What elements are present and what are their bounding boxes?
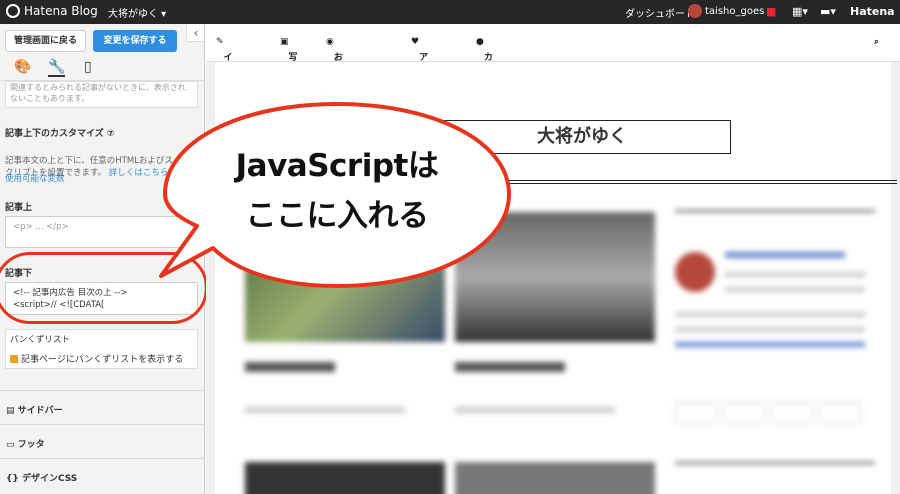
share-button bbox=[819, 402, 861, 424]
menu-footer[interactable]: ▭ フッタ bbox=[0, 424, 204, 458]
checkbox-label: 記事ページにパンくずリストを表示する bbox=[21, 355, 184, 365]
back-to-admin-button[interactable]: 管理画面に戻る bbox=[5, 30, 86, 52]
text-bar bbox=[675, 312, 865, 317]
above-article-label: 記事上 bbox=[5, 203, 33, 213]
sidebar-tabs: 🎨 🔧 ▯ bbox=[0, 59, 204, 81]
breadcrumb-settings: パンくずリスト 記事ページにパンくずリストを表示する bbox=[5, 329, 198, 369]
menu-sidebar[interactable]: ▤ サイドバー bbox=[0, 390, 204, 424]
menu-design-css[interactable]: {} デザインCSS bbox=[0, 458, 204, 492]
search-rule bbox=[675, 462, 875, 464]
sidebar-icon: ▤ bbox=[6, 406, 18, 416]
blog-switcher[interactable]: 大将がゆく ▾ bbox=[108, 5, 166, 20]
dashboard-link[interactable]: ダッシュボード bbox=[625, 5, 695, 20]
nav-item-items[interactable]: ♥ アイテム bbox=[411, 37, 428, 102]
nav-item-categories[interactable]: ● カテゴリー一覧 bbox=[476, 37, 493, 141]
save-changes-button[interactable]: 変更を保存する bbox=[93, 30, 177, 52]
css-icon: {} bbox=[6, 474, 22, 484]
apps-grid-icon[interactable]: ▦▾ bbox=[792, 5, 808, 18]
hatena-brand-link[interactable]: Hatena bbox=[850, 5, 895, 18]
profile-rule bbox=[675, 210, 875, 212]
variables-link[interactable]: 使用可能な変数 bbox=[5, 172, 65, 184]
text-bar bbox=[725, 287, 865, 292]
text-bar bbox=[725, 252, 845, 258]
avatar bbox=[688, 4, 702, 18]
wrench-icon[interactable]: 🔧 bbox=[48, 59, 66, 77]
mobile-icon[interactable]: ▯ bbox=[84, 59, 92, 75]
share-button bbox=[723, 402, 765, 424]
footer-icon: ▭ bbox=[6, 440, 18, 450]
breadcrumb-title: パンくずリスト bbox=[10, 335, 70, 345]
nav-item-outing[interactable]: ◉ おでかけ日記 bbox=[326, 37, 343, 128]
callout-line-2: ここに入れる bbox=[245, 198, 430, 234]
text-bar bbox=[675, 327, 865, 332]
article-thumbnail bbox=[455, 462, 655, 494]
nav-item-photo[interactable]: ▣ 写真 bbox=[280, 37, 298, 76]
collapse-sidebar-button[interactable]: ‹ bbox=[186, 24, 204, 42]
article-title-bar bbox=[245, 362, 335, 372]
search-icon[interactable]: ⌕ bbox=[874, 37, 879, 47]
hatena-logo-icon bbox=[6, 4, 20, 18]
article-title-bar bbox=[455, 362, 565, 372]
breadcrumb-checkbox[interactable]: 記事ページにパンくずリストを表示する bbox=[10, 352, 183, 365]
bookmark-icon[interactable]: ■ bbox=[766, 5, 776, 18]
palette-icon[interactable]: 🎨 bbox=[14, 59, 31, 75]
logo-text: Hatena Blog bbox=[24, 4, 98, 18]
callout-line-1: JavaScriptは bbox=[235, 148, 439, 184]
top-bar: Hatena Blog 大将がゆく ▾ ダッシュボード taisho_goes … bbox=[0, 0, 900, 24]
blog-nav: ✎ イラスト ▣ 写真 ◉ おでかけ日記 ♥ アイテム ● カテゴリー一覧 ⌕ bbox=[206, 24, 900, 141]
text-bar bbox=[455, 407, 615, 413]
follow-button bbox=[675, 402, 717, 424]
article-customize-title: 記事上下のカスタマイズ ⑦ bbox=[5, 129, 115, 139]
text-bar bbox=[675, 342, 865, 347]
text-bar bbox=[245, 407, 405, 413]
hatena-blog-logo[interactable]: Hatena Blog bbox=[6, 4, 98, 18]
user-menu[interactable]: taisho_goes ▾ bbox=[688, 4, 773, 18]
notification-icon[interactable]: ▬▾ bbox=[820, 5, 836, 18]
user-name: taisho_goes ▾ bbox=[705, 5, 773, 17]
nav-item-illust[interactable]: ✎ イラスト bbox=[216, 37, 233, 102]
article-thumbnail bbox=[245, 462, 445, 494]
checkbox-checked-icon bbox=[10, 354, 18, 363]
text-bar bbox=[725, 272, 865, 277]
profile-avatar bbox=[675, 252, 715, 292]
share-button bbox=[771, 402, 813, 424]
